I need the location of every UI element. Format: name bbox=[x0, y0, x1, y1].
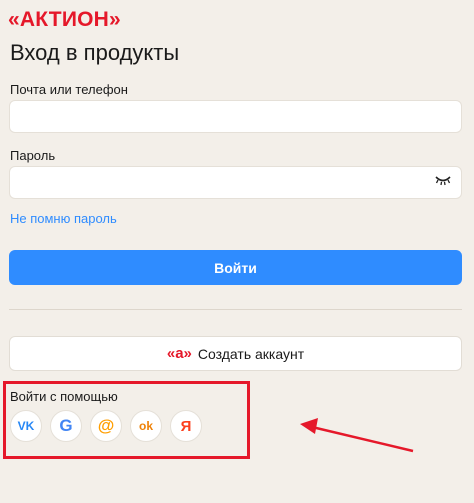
login-field-label: Почта или телефон bbox=[10, 82, 128, 97]
eye-closed-icon[interactable] bbox=[434, 174, 452, 186]
vk-login-button[interactable]: VK bbox=[10, 410, 42, 442]
password-field-label: Пароль bbox=[10, 148, 56, 163]
create-account-label: Создать аккаунт bbox=[197, 345, 305, 362]
page-title: Вход в продукты bbox=[10, 40, 180, 65]
mail-login-button[interactable]: @ bbox=[90, 410, 122, 442]
login-input[interactable] bbox=[9, 100, 462, 133]
odnoklassniki-login-button[interactable]: ok bbox=[130, 410, 162, 442]
google-login-button[interactable]: G bbox=[50, 410, 82, 442]
mail-icon: @ bbox=[97, 416, 115, 435]
yandex-login-button[interactable]: Я bbox=[170, 410, 202, 442]
aktion-mark-icon: «а» bbox=[166, 345, 192, 362]
odnoklassniki-icon: ok bbox=[138, 419, 153, 433]
login-button[interactable]: Войти bbox=[9, 250, 462, 285]
yandex-icon: Я bbox=[180, 417, 192, 435]
social-login-label: Войти с помощью bbox=[10, 389, 118, 404]
forgot-password-link[interactable]: Не помню пароль bbox=[10, 211, 117, 226]
vk-icon: VK bbox=[17, 419, 35, 433]
divider bbox=[9, 309, 462, 310]
google-icon: G bbox=[59, 416, 73, 435]
create-account-button[interactable]: «а» Создать аккаунт bbox=[9, 336, 462, 371]
password-input[interactable] bbox=[9, 166, 462, 199]
aktion-logo[interactable]: «АКТИОН» bbox=[8, 8, 121, 32]
